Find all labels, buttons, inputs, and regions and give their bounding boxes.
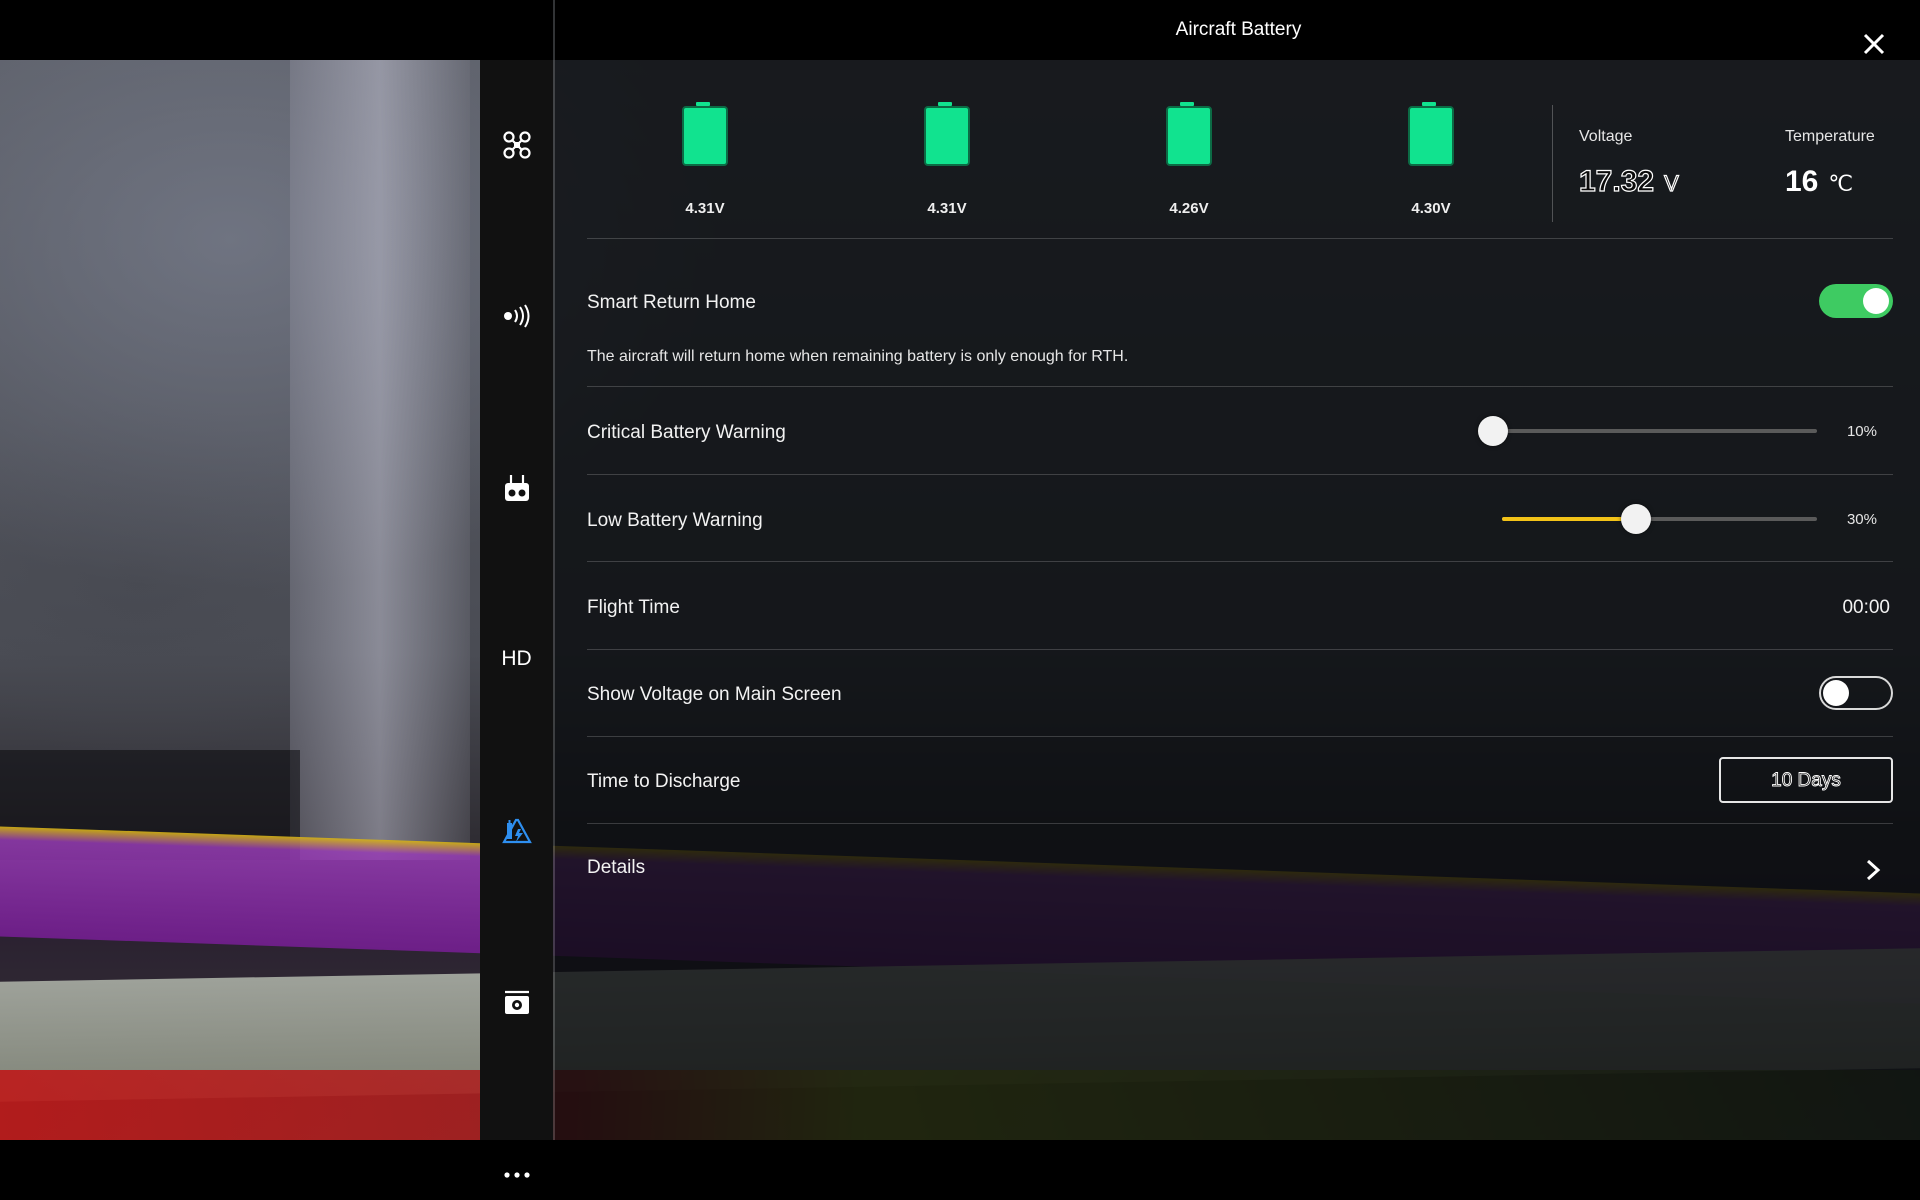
battery-stats-separator <box>1552 105 1553 222</box>
voltage-label: Voltage <box>1579 128 1633 145</box>
settings-sidebar: HD <box>480 60 553 1178</box>
critical-warning-slider-handle[interactable] <box>1478 416 1508 446</box>
more-icon <box>503 1172 530 1178</box>
divider <box>587 736 1893 737</box>
details-label: Details <box>587 857 646 878</box>
critical-warning-value: 10% <box>1846 423 1877 440</box>
temperature-value: 16 ℃ <box>1785 165 1854 198</box>
smart-rth-toggle[interactable] <box>1819 284 1893 318</box>
battery-cell-3 <box>1166 102 1212 166</box>
temperature-label: Temperature <box>1785 128 1875 145</box>
smart-rth-description: The aircraft will return home when remai… <box>587 348 1129 365</box>
details-row[interactable]: Details <box>587 830 1893 904</box>
panel-header: Aircraft Battery <box>555 0 1920 60</box>
divider <box>587 386 1893 387</box>
temperature-unit: ℃ <box>1828 171 1854 196</box>
battery-cell-1 <box>682 102 728 166</box>
show-voltage-toggle[interactable] <box>1819 676 1893 710</box>
sidebar-item-hd[interactable]: HD <box>480 634 553 684</box>
smart-rth-label: Smart Return Home <box>587 292 756 313</box>
voltage-unit: V <box>1663 170 1679 196</box>
battery-cell-1-voltage: 4.31V <box>685 200 725 217</box>
battery-cell-2 <box>924 102 970 166</box>
divider <box>587 474 1893 475</box>
discharge-label: Time to Discharge <box>587 771 741 792</box>
battery-settings-panel: Aircraft Battery 4.31V 4.31V 4.26V 4.30V… <box>553 0 1920 1140</box>
battery-cell-2-voltage: 4.31V <box>927 200 967 217</box>
voltage-value: 17.32 V <box>1578 164 1679 198</box>
signal-icon <box>503 304 529 328</box>
flight-time-label: Flight Time <box>587 597 680 618</box>
low-warning-label: Low Battery Warning <box>587 510 763 531</box>
remote-controller-icon <box>504 475 529 501</box>
page-title: Aircraft Battery <box>1175 19 1302 40</box>
divider <box>587 238 1893 239</box>
low-warning-value: 30% <box>1846 511 1877 528</box>
divider <box>587 561 1893 562</box>
flight-time-value: 00:00 <box>1842 597 1890 618</box>
camera-icon <box>504 990 529 1014</box>
sidebar-item-more[interactable] <box>480 1150 553 1200</box>
chevron-right-icon[interactable] <box>1863 858 1883 882</box>
camera-pillar <box>290 60 470 860</box>
divider <box>587 823 1893 824</box>
battery-cell-4 <box>1408 102 1454 166</box>
discharge-time-button[interactable]: 10 Days <box>1719 757 1893 803</box>
show-voltage-label: Show Voltage on Main Screen <box>587 684 842 705</box>
low-warning-slider-fill <box>1502 517 1636 521</box>
sidebar-item-battery[interactable] <box>480 806 553 856</box>
close-icon[interactable] <box>1861 31 1887 57</box>
sidebar-item-camera[interactable] <box>480 978 553 1028</box>
critical-warning-label: Critical Battery Warning <box>587 422 786 443</box>
low-warning-slider-handle[interactable] <box>1621 504 1651 534</box>
aircraft-icon <box>502 131 531 159</box>
battery-cell-4-voltage: 4.30V <box>1411 200 1451 217</box>
sidebar-item-aircraft[interactable] <box>480 120 553 170</box>
battery-icon <box>501 818 532 844</box>
critical-warning-slider-track[interactable] <box>1493 429 1817 433</box>
hd-label: HD <box>501 647 532 670</box>
divider <box>587 649 1893 650</box>
sidebar-item-remote-controller[interactable] <box>480 463 553 513</box>
sidebar-item-transmission[interactable] <box>480 291 553 341</box>
battery-cell-3-voltage: 4.26V <box>1169 200 1209 217</box>
